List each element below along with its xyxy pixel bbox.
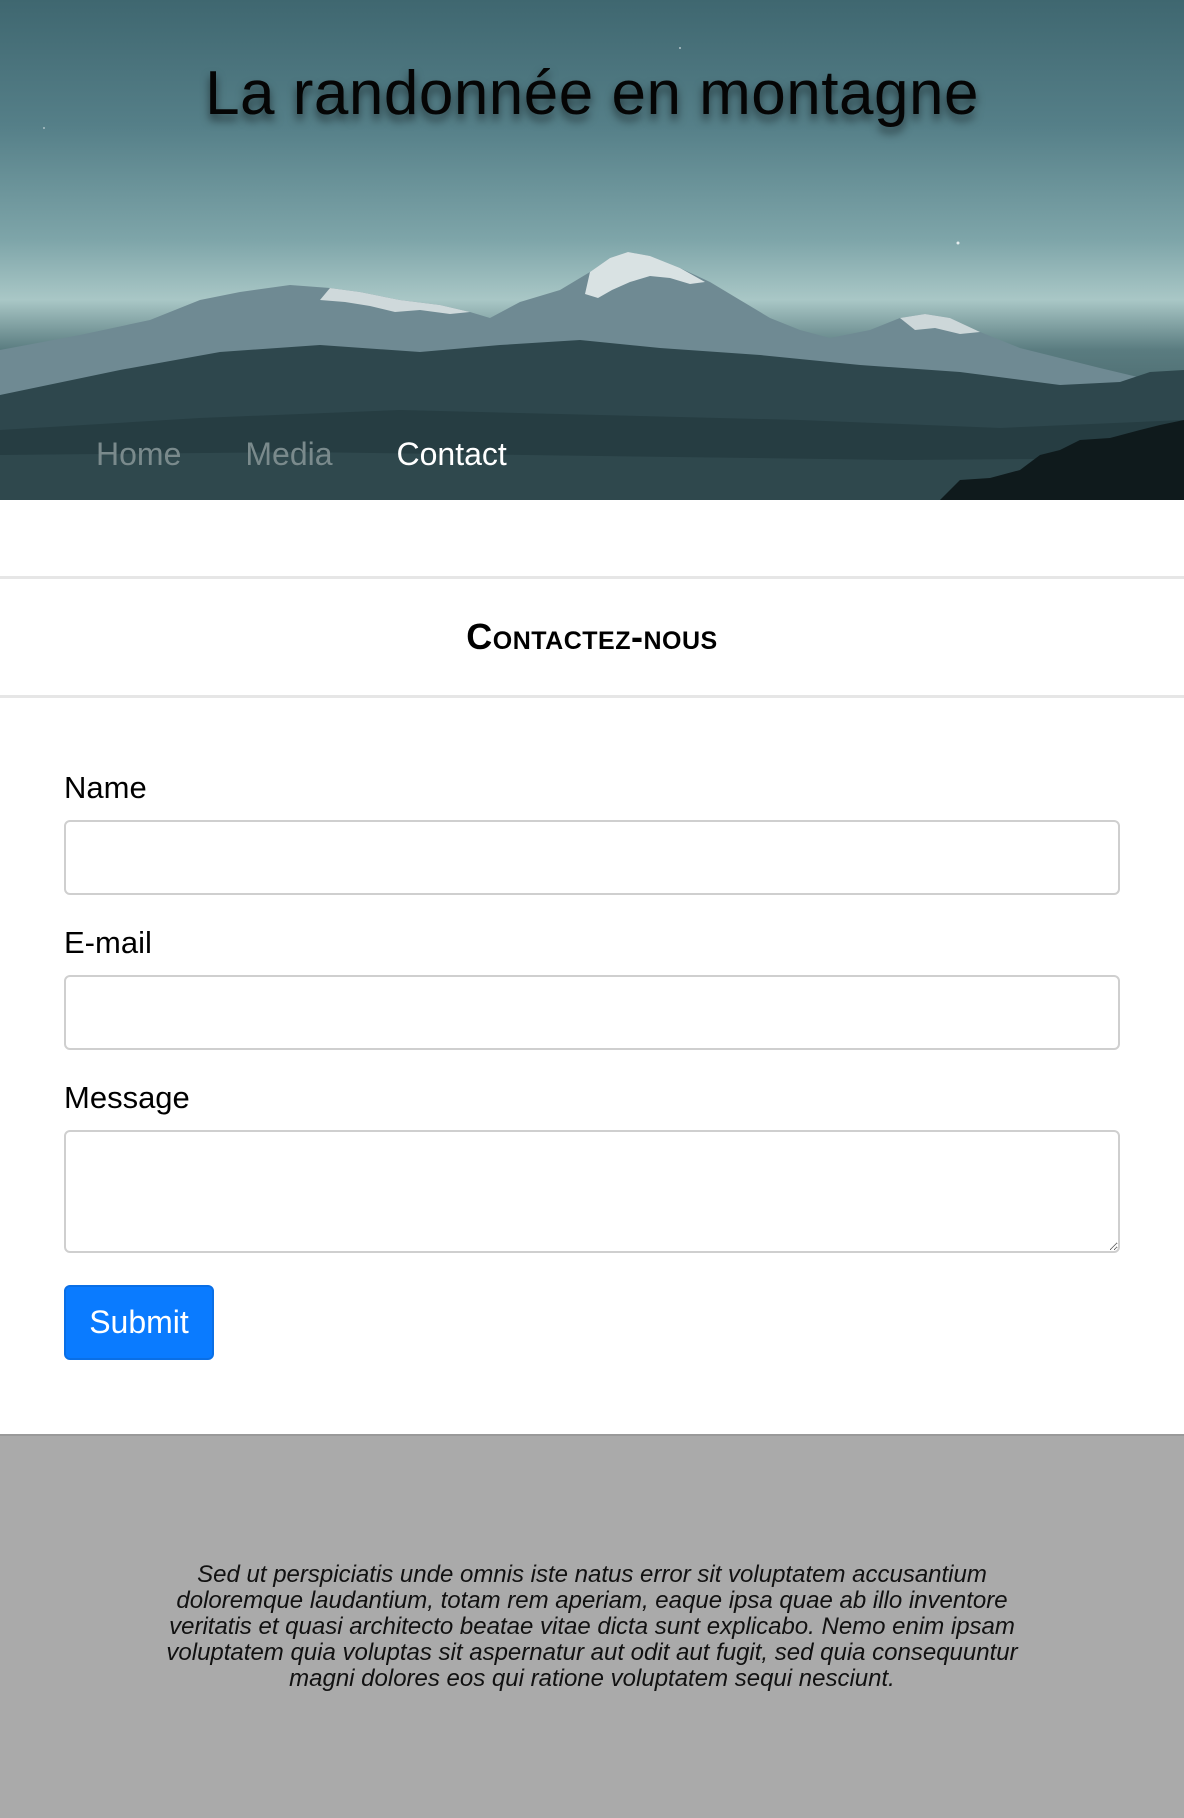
email-label: E-mail — [64, 925, 152, 960]
submit-button[interactable]: Submit — [64, 1285, 214, 1360]
nav-contact-link[interactable]: Contact — [397, 436, 507, 473]
contact-heading: Contactez-nous — [466, 616, 718, 657]
email-input[interactable] — [64, 975, 1120, 1050]
footer-text: Sed ut perspiciatis unde omnis iste natu… — [166, 1561, 1018, 1692]
main-nav: Home Media Contact — [96, 436, 507, 473]
nav-media-link[interactable]: Media — [245, 436, 332, 473]
hero-header: La randonnée en montagne Home Media Cont… — [0, 0, 1184, 500]
contact-form: Name E-mail Message Submit — [64, 770, 1120, 1360]
name-input[interactable] — [64, 820, 1120, 895]
contact-heading-bar: Contactez-nous — [0, 576, 1184, 698]
message-textarea[interactable] — [64, 1130, 1120, 1253]
footer: Sed ut perspiciatis unde omnis iste natu… — [0, 1434, 1184, 1818]
message-label: Message — [64, 1080, 190, 1115]
name-label: Name — [64, 770, 147, 805]
nav-home-link[interactable]: Home — [96, 436, 181, 473]
site-title: La randonnée en montagne — [205, 59, 979, 128]
